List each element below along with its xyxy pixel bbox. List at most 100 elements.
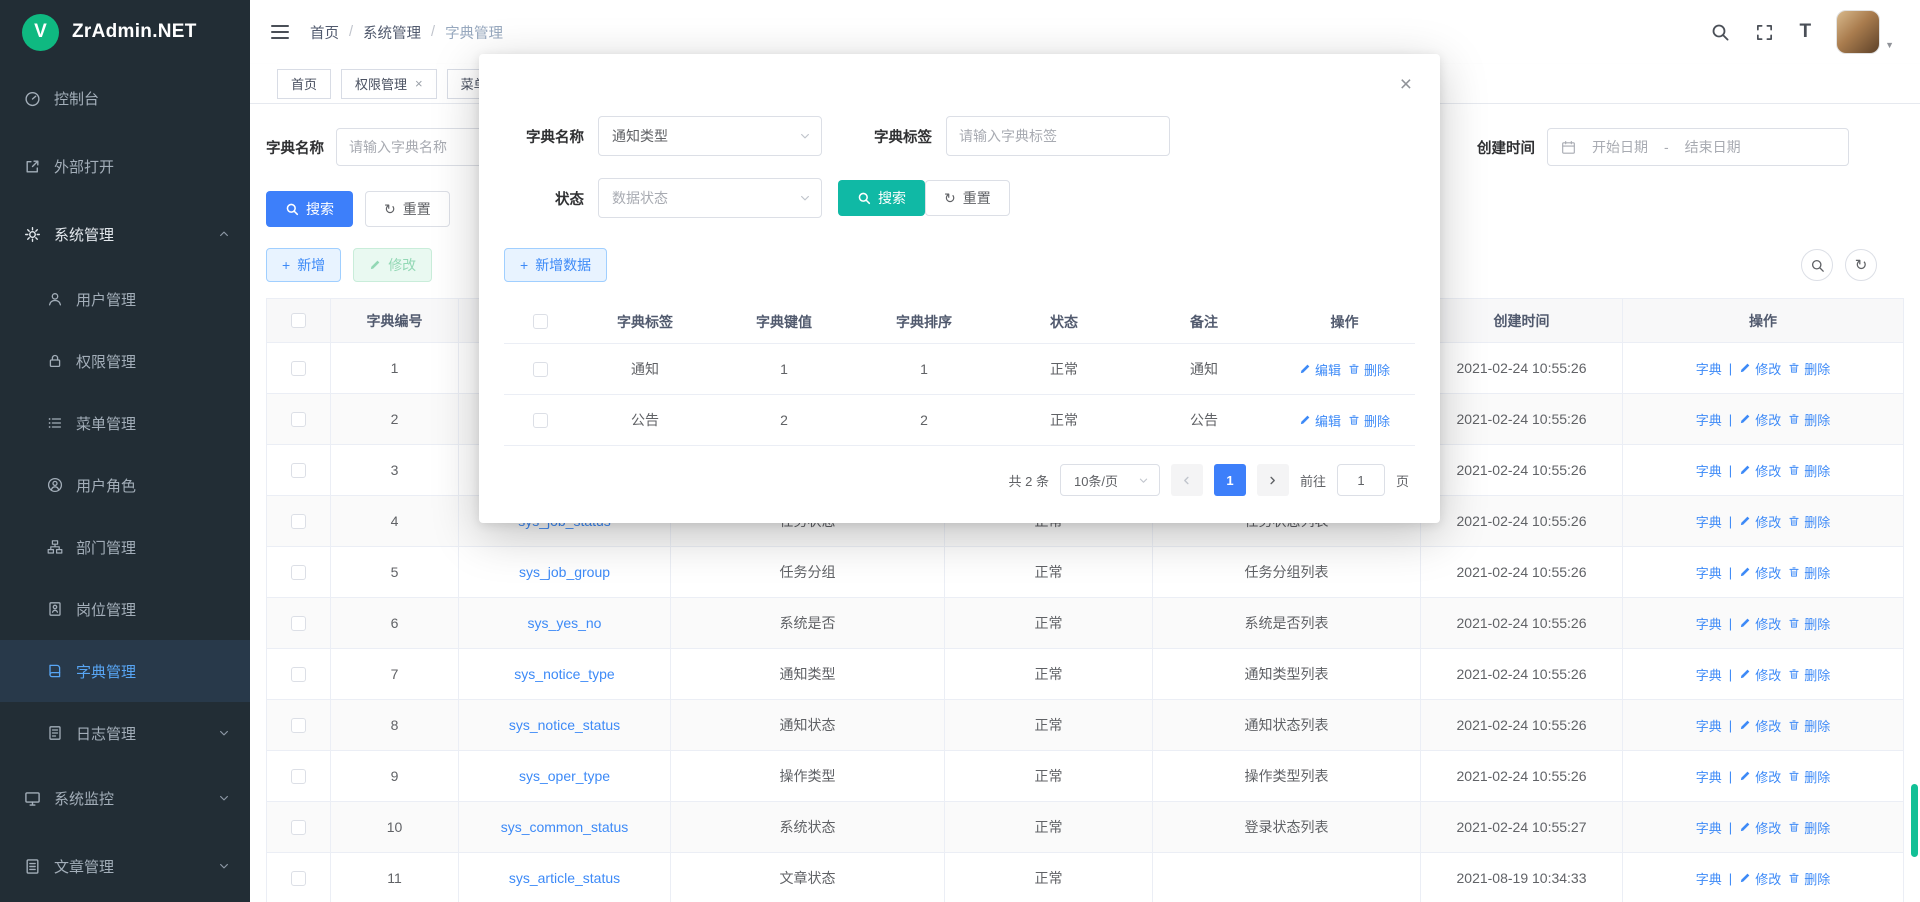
sidebar-item-dict-mgmt[interactable]: 字典管理 [0, 640, 250, 702]
add-data-button[interactable]: + 新增数据 [504, 248, 607, 282]
action-edit-link[interactable]: 修改 [1739, 359, 1781, 378]
action-edit-link[interactable]: 修改 [1739, 461, 1781, 480]
cell-dict-type-link[interactable]: sys_notice_status [509, 717, 620, 733]
action-dict-link[interactable]: 字典 [1696, 716, 1722, 735]
action-dict-link[interactable]: 字典 [1696, 563, 1722, 582]
action-dict-link[interactable]: 字典 [1696, 461, 1722, 480]
action-dict-link[interactable]: 字典 [1696, 359, 1722, 378]
breadcrumb-system[interactable]: 系统管理 [363, 22, 421, 43]
row-checkbox[interactable] [291, 769, 306, 784]
fullscreen-icon[interactable] [1755, 23, 1774, 42]
sidebar-item-article-mgmt[interactable]: 文章管理 [0, 832, 250, 900]
row-checkbox[interactable] [291, 565, 306, 580]
action-delete-link[interactable]: 删除 [1788, 461, 1830, 480]
row-checkbox[interactable] [533, 362, 548, 377]
row-checkbox[interactable] [291, 616, 306, 631]
tab-permission-mgmt[interactable]: 权限管理 × [341, 69, 437, 99]
action-delete-link[interactable]: 删除 [1348, 360, 1390, 379]
sidebar-item-permission-mgmt[interactable]: 权限管理 [0, 330, 250, 392]
dict-label-input[interactable] [946, 116, 1170, 156]
action-edit-link[interactable]: 修改 [1739, 767, 1781, 786]
cell-dict-type-link[interactable]: sys_job_group [519, 564, 610, 580]
action-delete-link[interactable]: 删除 [1788, 869, 1830, 888]
close-icon[interactable]: × [1400, 74, 1412, 95]
action-delete-link[interactable]: 删除 [1788, 767, 1830, 786]
row-checkbox[interactable] [291, 412, 306, 427]
edit-button[interactable]: 修改 [353, 248, 432, 282]
prev-page-button[interactable] [1171, 464, 1203, 496]
action-edit-link[interactable]: 修改 [1739, 410, 1781, 429]
action-dict-link[interactable]: 字典 [1696, 614, 1722, 633]
modal-search-button[interactable]: 搜索 [838, 180, 925, 216]
action-edit-link[interactable]: 修改 [1739, 818, 1781, 837]
cell-dict-type-link[interactable]: sys_yes_no [528, 615, 602, 631]
sidebar-item-post-mgmt[interactable]: 岗位管理 [0, 578, 250, 640]
user-menu[interactable]: ▼ [1836, 10, 1894, 54]
cell-dict-type-link[interactable]: sys_article_status [509, 870, 620, 886]
action-edit-link[interactable]: 修改 [1739, 563, 1781, 582]
action-delete-link[interactable]: 删除 [1788, 359, 1830, 378]
tab-home[interactable]: 首页 [277, 69, 331, 99]
action-dict-link[interactable]: 字典 [1696, 869, 1722, 888]
sidebar-item-user-mgmt[interactable]: 用户管理 [0, 268, 250, 330]
page-size-select[interactable]: 10条/页 [1060, 464, 1160, 496]
goto-page-input[interactable] [1337, 464, 1385, 496]
breadcrumb-home[interactable]: 首页 [310, 22, 339, 43]
cell-dict-type-link[interactable]: sys_notice_type [514, 666, 614, 682]
sidebar-item-log-mgmt[interactable]: 日志管理 [0, 702, 250, 764]
table-refresh-button[interactable]: ↻ [1845, 249, 1877, 281]
action-delete-link[interactable]: 删除 [1348, 411, 1390, 430]
status-select[interactable]: 数据状态 [598, 178, 822, 218]
next-page-button[interactable] [1257, 464, 1289, 496]
cell-dict-type-link[interactable]: sys_oper_type [519, 768, 610, 784]
search-button[interactable]: 搜索 [266, 191, 353, 227]
sidebar-collapse-icon[interactable] [270, 23, 290, 41]
action-dict-link[interactable]: 字典 [1696, 818, 1722, 837]
sidebar-item-menu-mgmt[interactable]: 菜单管理 [0, 392, 250, 454]
action-delete-link[interactable]: 删除 [1788, 614, 1830, 633]
row-checkbox[interactable] [291, 667, 306, 682]
action-edit-link[interactable]: 修改 [1739, 665, 1781, 684]
action-dict-link[interactable]: 字典 [1696, 665, 1722, 684]
sidebar-item-console[interactable]: 控制台 [0, 64, 250, 132]
search-icon[interactable] [1710, 22, 1730, 42]
action-edit-link[interactable]: 编辑 [1299, 360, 1341, 379]
sidebar-item-system-group[interactable]: 系统管理 [0, 200, 250, 268]
row-checkbox[interactable] [291, 820, 306, 835]
add-button[interactable]: + 新增 [266, 248, 341, 282]
select-all-checkbox[interactable] [533, 314, 548, 329]
action-delete-link[interactable]: 删除 [1788, 512, 1830, 531]
font-size-icon[interactable]: T [1799, 21, 1811, 43]
row-checkbox[interactable] [291, 871, 306, 886]
action-delete-link[interactable]: 删除 [1788, 665, 1830, 684]
sidebar-item-system-monitor[interactable]: 系统监控 [0, 764, 250, 832]
date-range-picker[interactable]: 开始日期 - 结束日期 [1547, 128, 1849, 166]
table-search-toggle-button[interactable] [1801, 249, 1833, 281]
sidebar-item-user-role[interactable]: 用户角色 [0, 454, 250, 516]
action-edit-link[interactable]: 修改 [1739, 869, 1781, 888]
action-dict-link[interactable]: 字典 [1696, 410, 1722, 429]
action-edit-link[interactable]: 修改 [1739, 512, 1781, 531]
modal-reset-button[interactable]: ↻ 重置 [925, 180, 1010, 216]
row-checkbox[interactable] [533, 413, 548, 428]
avatar[interactable] [1836, 10, 1880, 54]
action-delete-link[interactable]: 删除 [1788, 563, 1830, 582]
action-edit-link[interactable]: 编辑 [1299, 411, 1341, 430]
reset-button[interactable]: ↻ 重置 [365, 191, 450, 227]
action-edit-link[interactable]: 修改 [1739, 614, 1781, 633]
row-checkbox[interactable] [291, 463, 306, 478]
row-checkbox[interactable] [291, 718, 306, 733]
tab-close-icon[interactable]: × [415, 76, 423, 91]
action-delete-link[interactable]: 删除 [1788, 716, 1830, 735]
row-checkbox[interactable] [291, 514, 306, 529]
action-delete-link[interactable]: 删除 [1788, 410, 1830, 429]
scrollbar-thumb[interactable] [1911, 784, 1918, 857]
sidebar-item-external[interactable]: 外部打开 [0, 132, 250, 200]
action-dict-link[interactable]: 字典 [1696, 767, 1722, 786]
cell-dict-type-link[interactable]: sys_common_status [501, 819, 629, 835]
action-edit-link[interactable]: 修改 [1739, 716, 1781, 735]
dict-name-select[interactable]: 通知类型 [598, 116, 822, 156]
action-dict-link[interactable]: 字典 [1696, 512, 1722, 531]
select-all-checkbox[interactable] [291, 313, 306, 328]
sidebar-item-dept-mgmt[interactable]: 部门管理 [0, 516, 250, 578]
